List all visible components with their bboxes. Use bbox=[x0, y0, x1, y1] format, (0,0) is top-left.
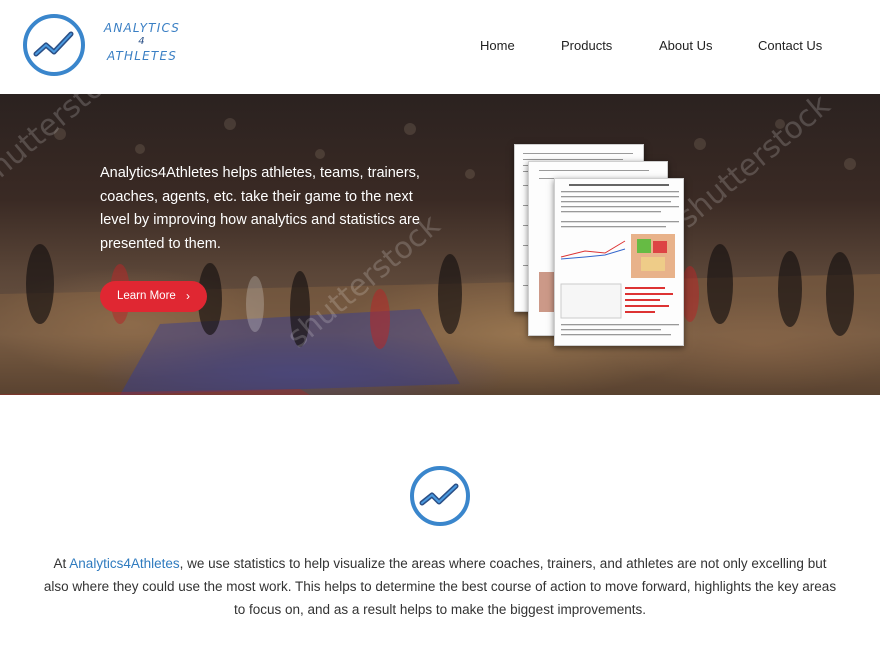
hero-banner: shutterstock shutterstock shutterstock A… bbox=[0, 94, 880, 395]
analytics-check-icon bbox=[410, 466, 470, 526]
logo-line-1: ANALYTICS bbox=[103, 21, 181, 35]
learn-more-button[interactable]: Learn More › bbox=[100, 281, 207, 312]
nav-about-us[interactable]: About Us bbox=[659, 38, 712, 53]
hero-tagline: Analytics4Athletes helps athletes, teams… bbox=[100, 165, 420, 252]
brand-link[interactable]: Analytics4Athletes bbox=[69, 556, 179, 571]
nav-home[interactable]: Home bbox=[480, 38, 515, 53]
report-page-front bbox=[554, 178, 684, 346]
chevron-right-icon: › bbox=[186, 289, 190, 303]
logo-wordmark: ANALYTICS 4 ATHLETES bbox=[92, 21, 192, 63]
nav-products[interactable]: Products bbox=[561, 38, 612, 53]
logo-check-icon bbox=[23, 14, 85, 76]
site-logo[interactable]: ANALYTICS 4 ATHLETES bbox=[22, 12, 192, 78]
report-front-graphics bbox=[560, 184, 679, 336]
logo-line-2: 4 bbox=[138, 36, 146, 47]
site-header: ANALYTICS 4 ATHLETES Home Products About… bbox=[0, 0, 880, 94]
about-prefix: At bbox=[53, 556, 70, 571]
learn-more-label: Learn More bbox=[117, 290, 176, 302]
nav-contact-us[interactable]: Contact Us bbox=[758, 38, 822, 53]
about-paragraph: At Analytics4Athletes, we use statistics… bbox=[40, 552, 840, 621]
logo-line-3: ATHLETES bbox=[106, 49, 178, 63]
